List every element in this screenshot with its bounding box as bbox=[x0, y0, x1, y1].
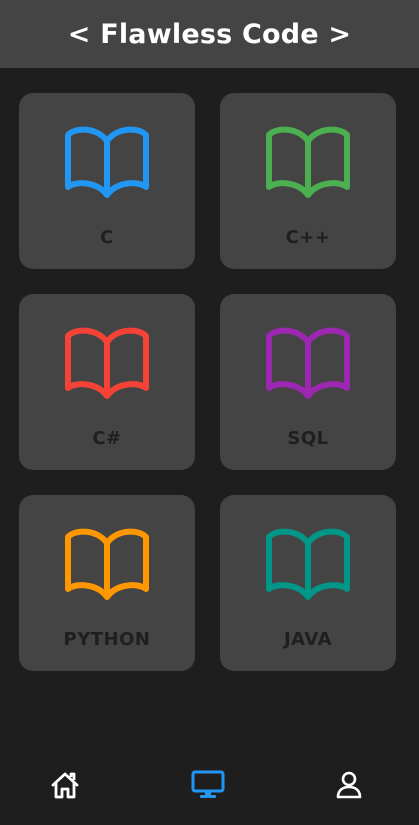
app-title: < Flawless Code > bbox=[67, 18, 352, 50]
book-open-icon bbox=[65, 528, 149, 600]
course-label: PYTHON bbox=[63, 629, 151, 650]
app-header: < Flawless Code > bbox=[0, 0, 419, 68]
course-label: SQL bbox=[287, 428, 329, 449]
nav-profile-button[interactable] bbox=[331, 767, 367, 803]
desktop-icon bbox=[191, 770, 225, 798]
home-icon bbox=[51, 772, 79, 799]
course-label: C# bbox=[92, 428, 122, 449]
book-open-icon bbox=[266, 126, 350, 198]
course-grid: C C++ C# SQL PYTHON JAVA bbox=[19, 93, 396, 671]
course-card-java[interactable]: JAVA bbox=[220, 495, 396, 671]
book-open-icon bbox=[65, 126, 149, 198]
course-card-python[interactable]: PYTHON bbox=[19, 495, 195, 671]
nav-desktop-button[interactable] bbox=[190, 767, 226, 803]
course-label: C++ bbox=[285, 227, 331, 248]
book-open-icon bbox=[65, 327, 149, 399]
course-card-csharp[interactable]: C# bbox=[19, 294, 195, 470]
bottom-nav-bar bbox=[0, 745, 419, 825]
nav-home-button[interactable] bbox=[47, 767, 83, 803]
course-card-cpp[interactable]: C++ bbox=[220, 93, 396, 269]
profile-icon bbox=[336, 771, 362, 799]
course-card-sql[interactable]: SQL bbox=[220, 294, 396, 470]
course-label: C bbox=[100, 227, 114, 248]
course-card-c[interactable]: C bbox=[19, 93, 195, 269]
app-screen: < Flawless Code > C C++ C# SQL PYTHON JA… bbox=[0, 0, 419, 825]
book-open-icon bbox=[266, 528, 350, 600]
book-open-icon bbox=[266, 327, 350, 399]
course-label: JAVA bbox=[283, 629, 333, 650]
